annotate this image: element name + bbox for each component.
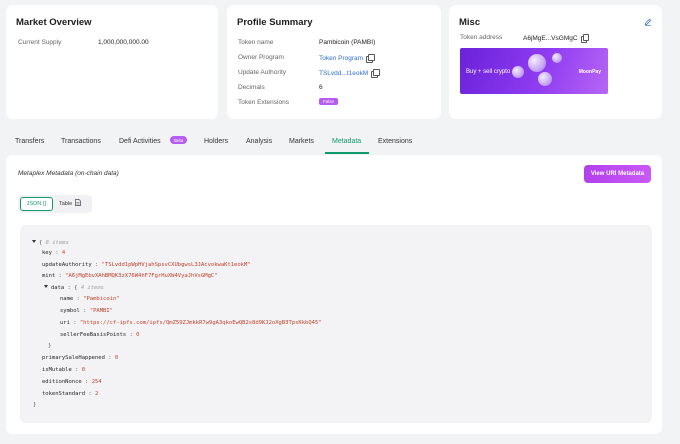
- json-line-key: key : 4: [42, 250, 66, 256]
- decimals-label: Decimals: [238, 84, 265, 91]
- copy-icon[interactable]: [371, 69, 380, 78]
- view-toggle: JSON {} Table: [18, 195, 92, 213]
- tab-transfers[interactable]: Transfers: [15, 138, 44, 145]
- banner-text: Buy + sell crypto: [466, 69, 511, 75]
- json-line-name: name : "Pambicoin": [60, 296, 120, 302]
- token-address-row: A6jMgE...VsGMgC: [523, 34, 590, 43]
- copy-icon[interactable]: [366, 54, 375, 63]
- tab-defi-activities[interactable]: Defi Activities: [119, 138, 161, 145]
- json-line-primary-sale: primarySaleHappened : 0: [42, 355, 119, 361]
- collapse-triangle-icon[interactable]: [32, 240, 36, 243]
- tab-analysis[interactable]: Analysis: [246, 138, 272, 145]
- metadata-panel: Metaplex Metadata (on-chain data) View U…: [6, 155, 662, 434]
- json-line-token-standard: tokenStandard : 2: [42, 391, 99, 397]
- update-authority-row: TSLvdd...t1eokM: [319, 69, 380, 78]
- active-tab-indicator: [325, 152, 369, 154]
- metadata-section-title: Metaplex Metadata (on-chain data): [18, 170, 119, 177]
- token-extensions-badge: False: [319, 98, 339, 105]
- edit-icon[interactable]: [644, 18, 652, 26]
- token-name-value: Pambicoin (PAMBI): [319, 39, 376, 46]
- table-view-button[interactable]: Table: [59, 199, 81, 207]
- collapse-triangle-icon[interactable]: [44, 285, 48, 288]
- json-line-mint: mint : "A6jMgEbvXAhBMQK3zX76W4hF7FgrHuXW…: [42, 273, 218, 279]
- moonpay-logo: MoonPay: [578, 69, 601, 75]
- json-line-edition-nonce: editionNonce : 254: [42, 379, 102, 385]
- profile-summary-card: Profile Summary Token name Pambicoin (PA…: [227, 5, 441, 119]
- misc-title: Misc: [459, 17, 481, 28]
- json-line-is-mutable: isMutable : 0: [42, 367, 86, 373]
- beta-badge: Beta: [170, 136, 188, 144]
- json-view-button[interactable]: JSON {}: [20, 197, 53, 211]
- market-overview-card: Market Overview Current Supply 1,000,000…: [6, 5, 218, 119]
- json-viewer: { 8 items key : 4 updateAuthority : "TSL…: [20, 225, 652, 423]
- update-authority-link[interactable]: TSLvdd...t1eokM: [319, 70, 368, 77]
- coin-graphic: [538, 72, 552, 86]
- current-supply-value: 1,000,000,000.00: [98, 39, 149, 46]
- tab-transactions[interactable]: Transactions: [61, 138, 101, 145]
- owner-program-label: Owner Program: [238, 54, 284, 61]
- owner-program-row: Token Program: [319, 54, 375, 63]
- token-address-label: Token address: [460, 34, 503, 41]
- json-line-data-open[interactable]: data : { 4 items: [44, 284, 104, 292]
- update-authority-label: Update Authority: [238, 69, 287, 76]
- coin-graphic: [528, 54, 546, 72]
- view-uri-metadata-button[interactable]: View URI Metadata: [584, 165, 651, 183]
- json-line-seller-fee: sellerFeeBasisPoints : 0: [60, 332, 140, 338]
- tab-extensions[interactable]: Extensions: [378, 138, 412, 145]
- json-data-close: }: [48, 343, 52, 349]
- coin-graphic: [552, 53, 562, 63]
- current-supply-label: Current Supply: [18, 39, 62, 46]
- owner-program-link[interactable]: Token Program: [319, 55, 363, 62]
- moonpay-banner[interactable]: Buy + sell crypto MoonPay: [460, 48, 608, 94]
- token-extensions-label: Token Extensions: [238, 99, 289, 106]
- json-root-open[interactable]: { 8 items: [32, 239, 69, 247]
- copy-icon[interactable]: [580, 34, 590, 43]
- tab-markets[interactable]: Markets: [289, 138, 314, 145]
- tab-bar: Transfers Transactions Defi Activities B…: [0, 132, 680, 154]
- json-line-symbol: symbol : "PAMBI": [60, 308, 113, 314]
- market-overview-title: Market Overview: [16, 17, 92, 28]
- profile-summary-title: Profile Summary: [237, 17, 313, 28]
- token-name-label: Token name: [238, 39, 274, 46]
- json-root-close: }: [33, 402, 37, 408]
- misc-card: Misc Token address A6jMgE...VsGMgC Buy +…: [449, 5, 662, 119]
- tab-holders[interactable]: Holders: [204, 138, 228, 145]
- decimals-value: 6: [319, 84, 323, 91]
- json-root-count: 8 items: [45, 240, 69, 246]
- coin-graphic: [512, 66, 524, 78]
- json-line-uri: uri : "https://cf-ipfs.com/ipfs/QmZ59ZJm…: [60, 320, 322, 326]
- json-line-update-authority: updateAuthority : "TSLvdd1pWpHVjahSpsvCX…: [42, 262, 251, 268]
- json-data-count: 4 items: [80, 285, 104, 291]
- table-view-label: Table: [59, 201, 73, 207]
- document-icon: [74, 199, 81, 206]
- tab-metadata[interactable]: Metadata: [332, 138, 361, 145]
- token-address-value: A6jMgE...VsGMgC: [523, 35, 578, 42]
